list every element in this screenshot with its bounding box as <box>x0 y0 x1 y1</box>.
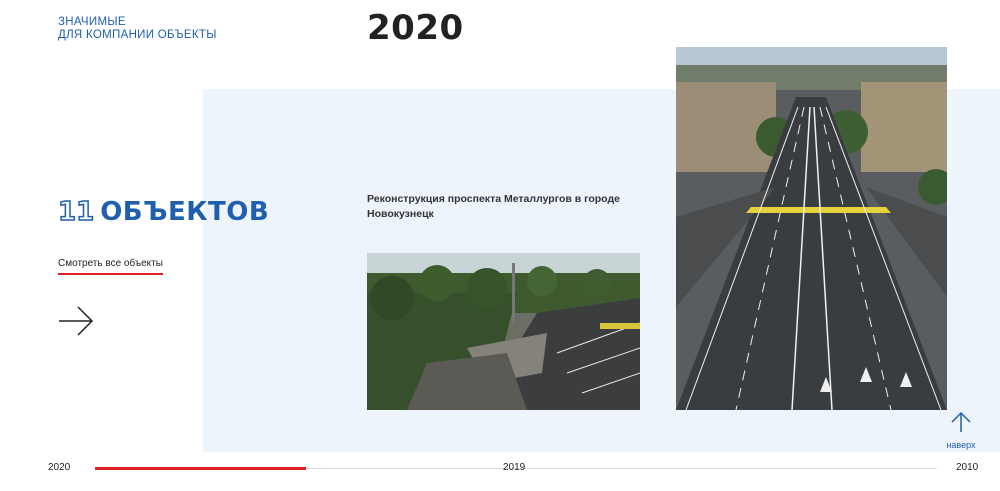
year-heading: 2020 <box>367 8 464 48</box>
project-title: Реконструкция проспекта Металлургов в го… <box>367 193 620 220</box>
objects-count: 11 ОБЪЕКТОВ <box>57 196 270 228</box>
objects-count-number: 11 <box>57 196 95 228</box>
timeline-year-start[interactable]: 2020 <box>48 462 70 473</box>
timeline-progress-bar <box>95 467 306 470</box>
avenue-photo-image <box>676 47 947 410</box>
objects-count-word: ОБЪЕКТОВ <box>100 197 270 227</box>
section-title: ЗНАЧИМЫЕ ДЛЯ КОМПАНИИ ОБЪЕКТЫ <box>58 16 217 42</box>
park-photo-image <box>367 253 640 410</box>
year-timeline: 2020 2019 2010 <box>0 460 1000 480</box>
next-arrow-button[interactable] <box>58 306 94 336</box>
arrow-right-icon <box>59 306 94 336</box>
scroll-to-top-label: наверх <box>946 440 976 450</box>
view-all-objects-link[interactable]: Смотреть все объекты <box>58 258 163 275</box>
project-photo-avenue[interactable] <box>676 47 947 410</box>
scroll-to-top-button[interactable]: наверх <box>944 411 978 450</box>
project-photo-park[interactable] <box>367 253 640 410</box>
section-title-line1: ЗНАЧИМЫЕ <box>58 16 126 28</box>
timeline-year-end[interactable]: 2010 <box>956 462 978 473</box>
section-title-line2: ДЛЯ КОМПАНИИ ОБЪЕКТЫ <box>58 29 217 41</box>
timeline-year-mid[interactable]: 2019 <box>503 462 525 473</box>
arrow-up-icon <box>951 411 971 432</box>
